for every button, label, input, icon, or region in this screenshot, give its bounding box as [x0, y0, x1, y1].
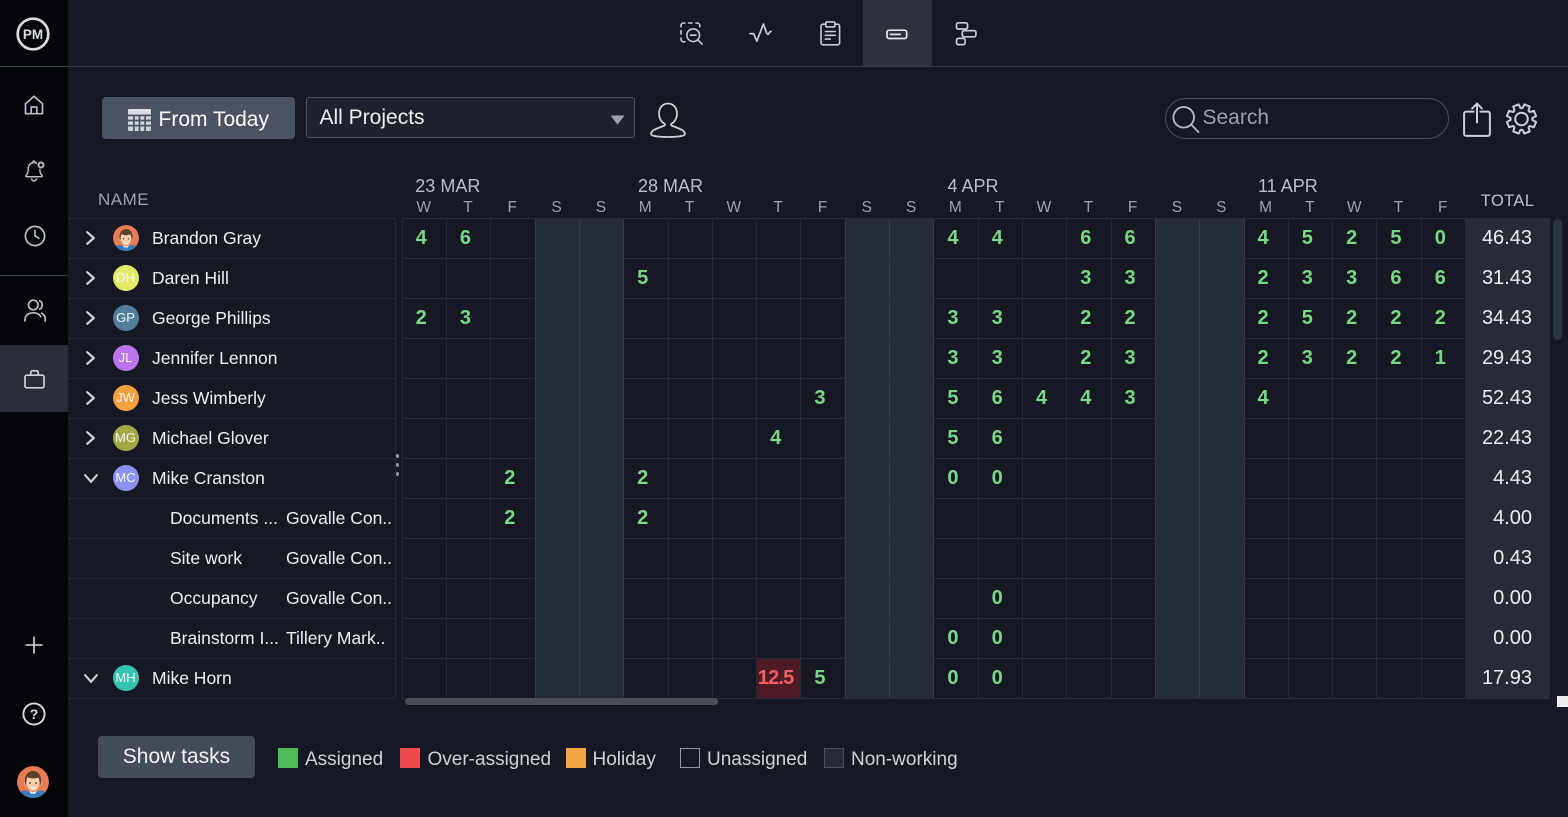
- svg-text:?: ?: [30, 706, 39, 722]
- svg-text:PM: PM: [23, 27, 43, 42]
